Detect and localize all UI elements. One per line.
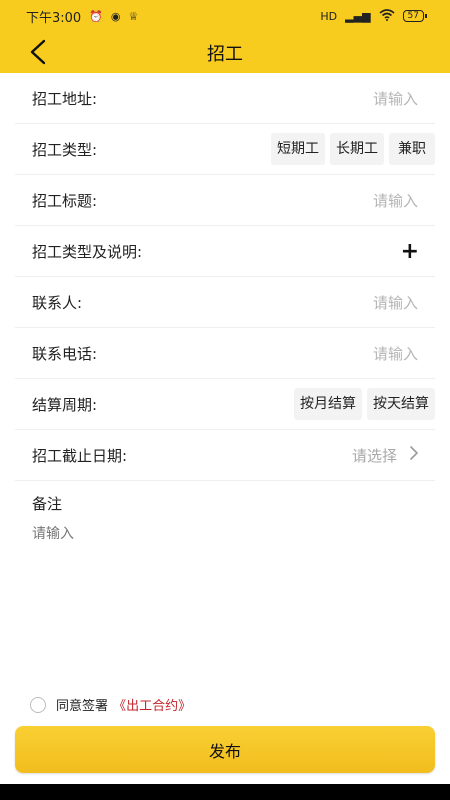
status-time: 下午3:00 [26,10,82,26]
system-nav-bar [0,784,450,800]
agreement-row: 同意签署 《出工合约》 [30,695,191,714]
agree-text: 同意签署 [56,699,109,714]
phone-input[interactable]: 请输入 [268,343,418,364]
agree-radio[interactable] [30,696,46,713]
settlement-daily[interactable]: 按天结算 [367,388,435,420]
nav-bar: 招工 [0,32,450,73]
remarks-title: 备注 [32,495,63,513]
eye-icon: ◉ [110,9,121,23]
job-title-input[interactable]: 请输入 [268,190,418,211]
signal-icon: ▂▄▆ [345,9,371,23]
hd-indicator: HD [320,9,338,23]
status-bar: 下午3:00 ⏰ ◉ ♕ HD ▂▄▆ 57 [0,0,450,32]
job-type-row: 招工类型: 短期工 长期工 兼职 [15,124,435,175]
settlement-monthly[interactable]: 按月结算 [294,388,362,420]
type-description-row: 招工类型及说明: + [15,226,435,277]
settlement-options: 按月结算 按天结算 [294,388,435,420]
contact-input[interactable]: 请输入 [268,292,418,313]
remarks-input[interactable]: 请输入 [32,523,74,543]
address-row: 招工地址: 请输入 [15,73,435,124]
recruit-form: 招工地址: 请输入 招工类型: 短期工 长期工 兼职 招工标题: 请输入 招工类… [0,73,450,481]
wifi-icon [379,9,395,23]
alarm-icon: ⏰ [89,9,103,23]
deadline-row[interactable]: 招工截止日期: 请选择 [15,430,435,481]
job-title-row: 招工标题: 请输入 [15,175,435,226]
contact-row: 联系人: 请输入 [15,277,435,328]
back-button[interactable] [20,34,56,70]
remarks-section: 备注 [32,493,62,514]
add-icon[interactable]: + [401,239,419,264]
contract-link[interactable]: 《出工合约》 [113,699,191,714]
deadline-select[interactable]: 请选择 [352,445,419,466]
deadline-label: 招工截止日期: [32,446,128,465]
publish-button[interactable]: 发布 [15,726,435,773]
job-type-options: 短期工 长期工 兼职 [271,133,435,165]
deadline-value: 请选择 [351,446,397,465]
job-type-short-term[interactable]: 短期工 [271,133,325,165]
header: 下午3:00 ⏰ ◉ ♕ HD ▂▄▆ 57 招工 [0,0,450,73]
settlement-row: 结算周期: 按月结算 按天结算 [15,379,435,430]
address-input[interactable]: 请输入 [268,88,418,109]
chevron-left-icon [30,39,46,65]
phone-row: 联系电话: 请输入 [15,328,435,379]
settlement-label: 结算周期: [32,395,98,414]
contact-label: 联系人: [32,293,83,312]
type-description-label: 招工类型及说明: [32,242,143,261]
battery-indicator: 57 [402,10,428,22]
job-type-part-time[interactable]: 兼职 [389,133,435,165]
chevron-right-icon [409,445,419,465]
phone-label: 联系电话: [32,344,98,363]
job-title-label: 招工标题: [32,191,98,210]
job-type-label: 招工类型: [32,140,98,159]
page-title: 招工 [207,43,243,65]
address-label: 招工地址: [32,89,98,108]
job-type-long-term[interactable]: 长期工 [330,133,384,165]
notification-icon: ♕ [128,9,139,23]
